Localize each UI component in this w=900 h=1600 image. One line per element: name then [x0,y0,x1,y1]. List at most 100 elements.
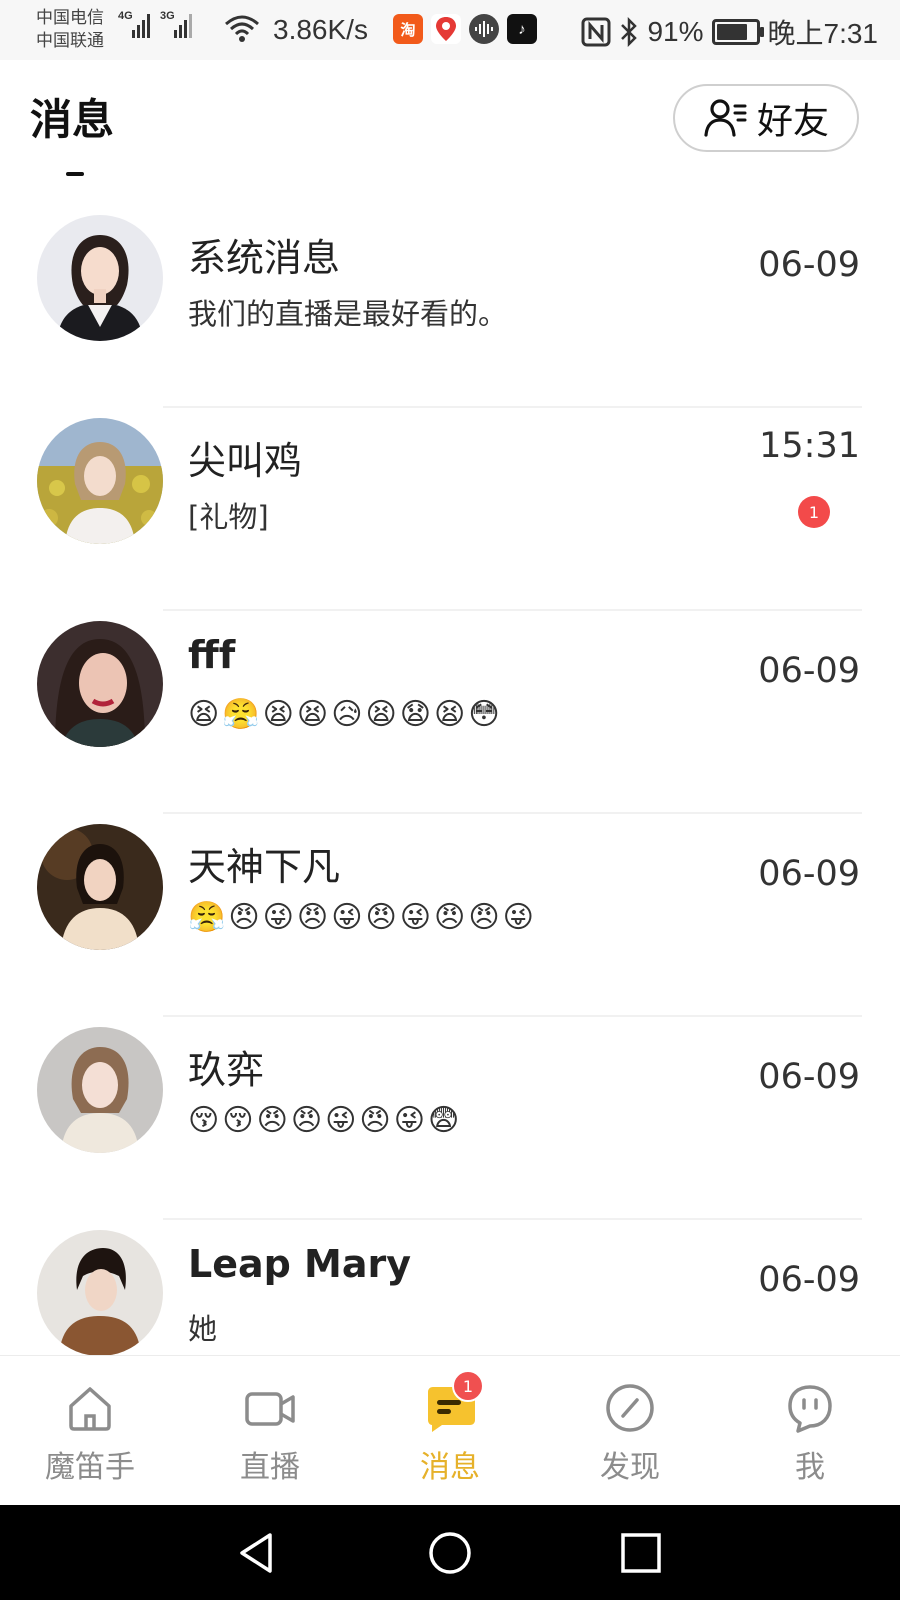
contact-name: fff [188,633,236,677]
message-time: 06-09 [758,854,860,894]
avatar [37,418,163,544]
notification-app-icons: 淘 ♪ [393,14,537,44]
carrier-names: 中国电信 中国联通 [36,6,104,52]
avatar [37,215,163,341]
avatar [37,621,163,747]
conversation-item[interactable]: 尖叫鸡 [礼物] 15:31 1 [0,408,900,611]
carrier-1: 中国电信 [36,8,104,27]
emoji: 😜 [262,900,294,935]
nfc-icon [581,17,611,47]
battery-icon [711,19,764,45]
back-icon[interactable] [234,1530,280,1576]
emoji: 😜 [399,900,432,935]
emoji: 😠 [434,900,466,935]
nav-label: 魔笛手 [45,1450,135,1485]
nav-item-discover[interactable]: 发现 [540,1356,720,1506]
emoji: 😫 [365,697,397,732]
friends-icon [704,99,747,137]
emoji: 😜 [393,1103,425,1138]
nav-item-home[interactable]: 魔笛手 [0,1356,180,1506]
nav-item-me[interactable]: 我 [720,1356,900,1506]
signal-indicators: 4G 3G [118,10,192,38]
conversation-item[interactable]: 玖弈 😚 😚 😠 😠 😜 😠 😜 😨 06-09 [0,1017,900,1220]
emoji: 😠 [296,900,329,935]
message-preview-emojis: 😚 😚 😠 😠 😜 😠 😜 😨 [188,1103,459,1139]
message-preview: 她 [188,1312,218,1346]
system-navigation-bar [0,1505,900,1600]
message-list: 系统消息 我们的直播是最好看的。 06-09 尖叫鸡 [礼物] 15:31 1 [0,205,900,1423]
emoji: 😠 [228,900,260,935]
contact-name: 系统消息 [188,236,341,280]
contact-name: 玖弈 [188,1048,265,1092]
emoji: 😜 [331,900,363,935]
nav-label: 消息 [420,1450,480,1485]
nav-item-live[interactable]: 直播 [180,1356,360,1506]
video-camera-icon [244,1382,296,1434]
message-icon: 1 [424,1370,484,1434]
conversation-item[interactable]: 天神下凡 😤 😠 😜 😠 😜 😠 😜 😠 😠 😜 06-09 [0,814,900,1017]
avatar [37,1230,163,1356]
home-icon [64,1382,116,1434]
message-time: 06-09 [758,1260,860,1300]
emoji: 😥 [331,697,363,732]
emoji: 😤 [188,900,226,935]
emoji: 😠 [468,900,500,935]
conversation-item[interactable]: 系统消息 我们的直播是最好看的。 06-09 [0,205,900,408]
message-preview-emojis: 😫 😤 😫 😫 😥 😫 😧 😫 😳 [188,697,500,733]
emoji: 😧 [399,697,432,732]
message-preview: [礼物] [188,500,269,534]
message-time: 06-09 [758,245,860,285]
status-bar: 中国电信 中国联通 4G 3G 3.86K/s 淘 ♪ 91% 晚上7:31 [0,0,900,60]
emoji: 😠 [365,900,397,935]
tiktok-icon: ♪ [507,14,537,44]
emoji: 😜 [325,1103,357,1138]
friends-label: 好友 [756,101,829,142]
bottom-navigation: 魔笛手 直播 1 消息 发现 我 [0,1355,900,1506]
emoji: 😠 [359,1103,391,1138]
message-preview: 我们的直播是最好看的。 [188,297,508,331]
nav-label: 直播 [240,1450,300,1485]
conversation-item[interactable]: fff 😫 😤 😫 😫 😥 😫 😧 😫 😳 06-09 [0,611,900,814]
emoji: 😤 [222,697,260,732]
avatar [37,1027,163,1153]
signal-4g-icon: 4G [118,10,150,38]
clock: 晚上7:31 [767,18,879,49]
emoji: 😫 [434,697,466,732]
page-title: 消息 [30,95,115,144]
emoji: 😳 [468,697,500,732]
taobao-icon: 淘 [393,14,423,44]
carrier-2: 中国联通 [36,31,104,50]
nav-label: 发现 [600,1450,660,1485]
nav-unread-badge: 1 [452,1370,484,1402]
message-time: 15:31 [759,426,860,466]
nav-item-messages[interactable]: 1 消息 [360,1356,540,1506]
network-speed: 3.86K/s [273,14,368,45]
title-underline [66,172,84,176]
avatar [37,824,163,950]
signal-3g-icon: 3G [160,10,192,38]
recents-square-icon[interactable] [618,1530,664,1576]
profile-face-icon [784,1382,836,1434]
friends-button[interactable]: 好友 [673,84,859,152]
emoji: 😚 [188,1103,220,1138]
nav-label: 我 [795,1450,825,1485]
contact-name: 天神下凡 [188,845,341,889]
baidu-map-icon [431,14,461,44]
emoji: 😫 [188,697,220,732]
emoji: 😫 [262,697,294,732]
right-status: 91% 晚上7:31 [581,12,878,52]
contact-name: Leap Mary [188,1242,412,1286]
emoji: 😠 [256,1103,288,1138]
audio-app-icon [469,14,499,44]
emoji: 😠 [290,1103,323,1138]
contact-name: 尖叫鸡 [188,439,303,483]
home-circle-icon[interactable] [427,1530,473,1576]
unread-badge: 1 [798,496,830,528]
emoji: 😨 [427,1103,460,1138]
emoji: 😫 [296,697,329,732]
wifi-icon [225,15,259,42]
battery-percent: 91% [647,16,704,47]
message-preview-emojis: 😤 😠 😜 😠 😜 😠 😜 😠 😠 😜 [188,900,534,936]
compass-icon [604,1382,656,1434]
emoji: 😚 [222,1103,254,1138]
